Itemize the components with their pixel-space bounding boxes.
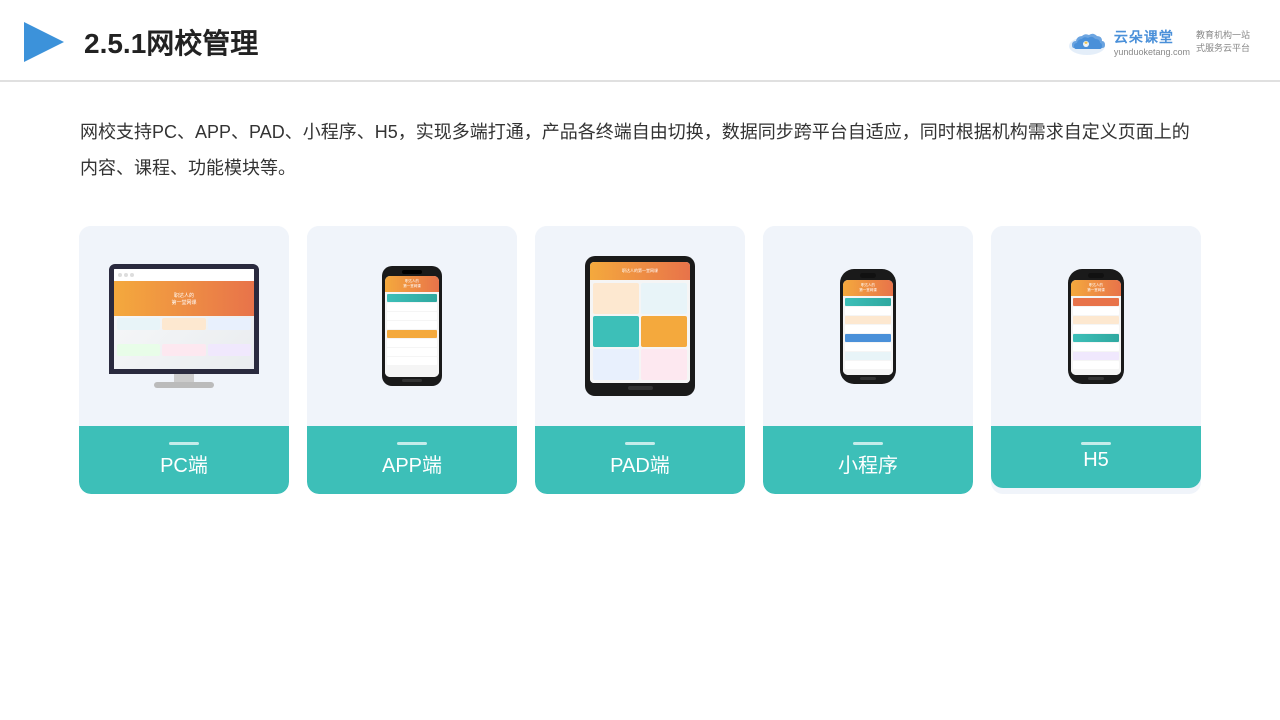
pad-image-area: 职达人的第一堂网课	[535, 226, 745, 426]
card-app: 职达人的第一堂网课 APP端	[307, 226, 517, 494]
pc-image-area: 职达人的第一堂网课	[79, 226, 289, 426]
h5-image-area: 职达人的第一堂网课	[991, 226, 1201, 426]
card-pad-label: PAD端	[535, 426, 745, 494]
card-pc: 职达人的第一堂网课	[79, 226, 289, 494]
card-pc-label: PC端	[79, 426, 289, 494]
description-text: 网校支持PC、APP、PAD、小程序、H5，实现多端打通，产品各终端自由切换，数…	[80, 114, 1200, 186]
cards-container: 职达人的第一堂网课	[60, 226, 1220, 494]
h5-mockup: 职达人的第一堂网课	[1068, 269, 1124, 384]
card-miniapp-label: 小程序	[763, 426, 973, 494]
card-pad: 职达人的第一堂网课 PAD端	[535, 226, 745, 494]
logo-name: 云朵课堂	[1114, 27, 1190, 47]
card-miniapp: 职达人的第一堂网课 小程序	[763, 226, 973, 494]
header-left: 2.5.1网校管理	[20, 18, 258, 66]
header: 2.5.1网校管理 云朵课堂 yunduoketang.com 教育机构一站式服…	[0, 0, 1280, 82]
pc-mockup: 职达人的第一堂网课	[109, 264, 259, 388]
pad-mockup: 职达人的第一堂网课	[585, 256, 695, 396]
cloud-logo-icon	[1066, 28, 1108, 56]
logo-tagline: 教育机构一站式服务云平台	[1196, 29, 1250, 56]
card-h5-label: H5	[991, 426, 1201, 488]
page-title: 2.5.1网校管理	[84, 22, 258, 62]
card-app-label: APP端	[307, 426, 517, 494]
app-mockup: 职达人的第一堂网课	[382, 266, 442, 386]
logo-url: yunduoketang.com	[1114, 47, 1190, 57]
miniapp-mockup: 职达人的第一堂网课	[840, 269, 896, 384]
card-h5: 职达人的第一堂网课 H5	[991, 226, 1201, 494]
logo-area: 云朵课堂 yunduoketang.com 教育机构一站式服务云平台	[1066, 27, 1250, 57]
play-icon	[20, 18, 68, 66]
miniapp-image-area: 职达人的第一堂网课	[763, 226, 973, 426]
app-image-area: 职达人的第一堂网课	[307, 226, 517, 426]
